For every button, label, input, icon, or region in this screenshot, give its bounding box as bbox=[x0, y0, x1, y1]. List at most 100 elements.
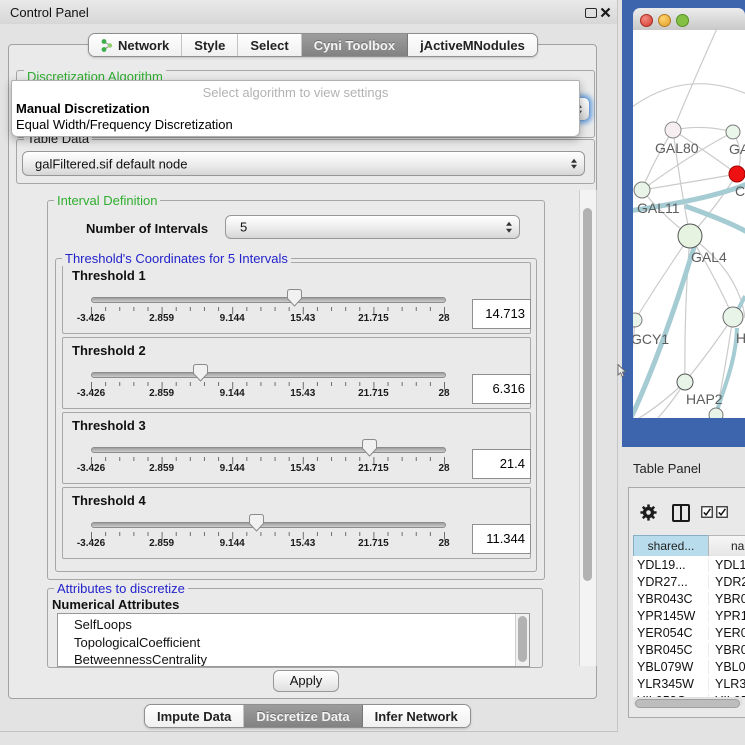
slider-track[interactable] bbox=[91, 372, 446, 378]
threshold-value-field[interactable]: 6.316 bbox=[472, 374, 531, 404]
bottom-tab-infer-network[interactable]: Infer Network bbox=[363, 705, 470, 727]
tick-label: 21.715 bbox=[358, 313, 389, 324]
shared-name-cell[interactable]: YPR145W bbox=[633, 609, 709, 623]
shared-name-cell[interactable]: YBR045C bbox=[633, 643, 709, 657]
tick-label: 15.43 bbox=[290, 313, 315, 324]
table-row[interactable]: YDL19...YDL19 bbox=[633, 556, 745, 573]
checkbox-icon[interactable] bbox=[701, 506, 713, 518]
dropdown-option-equal-width-frequency[interactable]: Equal Width/Frequency Discretization bbox=[16, 117, 233, 132]
minimize-traffic-light-icon[interactable] bbox=[658, 14, 671, 27]
network-node[interactable] bbox=[678, 224, 702, 248]
network-node-label: HAP2 bbox=[686, 391, 723, 407]
name-cell[interactable]: YBL07 bbox=[709, 660, 745, 674]
number-of-intervals-select[interactable]: 5 bbox=[225, 215, 520, 239]
panel-scrollbar-thumb[interactable] bbox=[583, 208, 592, 581]
name-cell[interactable]: YDL19 bbox=[709, 558, 745, 572]
network-node[interactable] bbox=[677, 374, 693, 390]
network-node[interactable] bbox=[723, 307, 743, 327]
network-node[interactable] bbox=[729, 166, 745, 182]
tab-network-label: Network bbox=[118, 38, 169, 53]
table-row[interactable]: YBR043CYBR04 bbox=[633, 590, 745, 607]
name-cell[interactable]: YBR04 bbox=[709, 643, 745, 657]
network-node[interactable] bbox=[665, 122, 681, 138]
shared-name-cell[interactable]: YDL19... bbox=[633, 558, 709, 572]
network-edge[interactable] bbox=[633, 84, 745, 114]
table-row[interactable]: YDR27...YDR27 bbox=[633, 573, 745, 590]
network-edge[interactable] bbox=[673, 30, 719, 130]
tab-style[interactable]: Style bbox=[182, 34, 238, 56]
network-edge[interactable] bbox=[635, 236, 690, 320]
slider-track[interactable] bbox=[91, 447, 446, 453]
table-data-selected-value: galFiltered.sif default node bbox=[35, 156, 187, 171]
table-row[interactable]: YPR145WYPR14 bbox=[633, 607, 745, 624]
network-node[interactable] bbox=[633, 313, 642, 327]
slider-thumb[interactable] bbox=[287, 289, 302, 307]
network-edge[interactable] bbox=[642, 174, 737, 190]
network-edge[interactable] bbox=[685, 317, 733, 382]
cyni-bottom-tabbar: Impute Data Discretize DataInfer Network bbox=[144, 704, 471, 728]
table-row[interactable]: YBR045CYBR04 bbox=[633, 641, 745, 658]
table-horizontal-scrollbar-thumb[interactable] bbox=[635, 699, 740, 708]
attributes-scrollbar-thumb[interactable] bbox=[518, 616, 527, 662]
column-header-name[interactable]: na bbox=[708, 535, 745, 557]
shared-name-cell[interactable]: YLR345W bbox=[633, 677, 709, 691]
threshold-value-field[interactable]: 11.344 bbox=[472, 524, 531, 554]
network-canvas[interactable]: GAL80GACGAL11GAL4GCY1HHAP2 bbox=[633, 30, 745, 418]
network-edge[interactable] bbox=[642, 130, 673, 190]
shared-name-cell[interactable]: YBL079W bbox=[633, 660, 709, 674]
checkbox-icon[interactable] bbox=[716, 506, 728, 518]
network-node[interactable] bbox=[726, 125, 740, 139]
bottom-tab-impute-data[interactable]: Impute Data bbox=[145, 705, 244, 727]
bottom-tab-impute-data-label: Impute Data bbox=[157, 709, 231, 724]
tick-label: 28 bbox=[438, 463, 449, 474]
slider-thumb[interactable] bbox=[249, 514, 264, 532]
table-row[interactable]: YLR345WYLR34 bbox=[633, 675, 745, 692]
attributes-scrollbar[interactable] bbox=[515, 614, 529, 666]
table-row[interactable]: YBL079WYBL07 bbox=[633, 658, 745, 675]
dropdown-option-manual-discretization[interactable]: Manual Discretization bbox=[16, 101, 150, 116]
attribute-item-topologicalcoefficient[interactable]: TopologicalCoefficient bbox=[58, 634, 515, 652]
slider-track[interactable] bbox=[91, 522, 446, 528]
close-traffic-light-icon[interactable] bbox=[640, 14, 653, 27]
attributes-title: Attributes to discretize bbox=[54, 581, 188, 596]
tick-label: 2.859 bbox=[149, 463, 174, 474]
table-data-select[interactable]: galFiltered.sif default node bbox=[22, 151, 585, 176]
network-node[interactable] bbox=[634, 182, 650, 198]
attribute-item-selfloops[interactable]: SelfLoops bbox=[58, 616, 515, 634]
threshold-value-field[interactable]: 14.713 bbox=[472, 299, 531, 329]
tab-jactivemnodules[interactable]: jActiveMNodules bbox=[408, 34, 537, 56]
zoom-traffic-light-icon[interactable] bbox=[676, 14, 689, 27]
name-cell[interactable]: YLR34 bbox=[709, 677, 745, 691]
column-view-icon[interactable] bbox=[672, 504, 690, 522]
slider-thumb[interactable] bbox=[193, 364, 208, 382]
threshold-value-field[interactable]: 21.4 bbox=[472, 449, 531, 479]
gear-icon[interactable] bbox=[639, 503, 658, 522]
column-header-shared-name[interactable]: shared... bbox=[633, 535, 709, 557]
network-node-label: C bbox=[735, 183, 745, 199]
close-icon[interactable] bbox=[600, 7, 611, 18]
slider-thumb[interactable] bbox=[362, 439, 377, 457]
shared-name-cell[interactable]: YBR043C bbox=[633, 592, 709, 606]
network-node[interactable] bbox=[709, 408, 723, 418]
table-horizontal-scrollbar[interactable] bbox=[633, 697, 743, 707]
table-row[interactable]: YER054CYER05 bbox=[633, 624, 745, 641]
name-cell[interactable]: YBR04 bbox=[709, 592, 745, 606]
tab-cyni-toolbox[interactable]: Cyni Toolbox bbox=[302, 34, 408, 56]
tab-network[interactable]: Network bbox=[89, 34, 182, 56]
bottom-tab-discretize-data[interactable]: Discretize Data bbox=[244, 705, 362, 727]
network-edge[interactable] bbox=[673, 127, 733, 132]
apply-button[interactable]: Apply bbox=[273, 670, 339, 692]
name-cell[interactable]: YER05 bbox=[709, 626, 745, 640]
panel-scrollbar[interactable] bbox=[579, 190, 597, 666]
tick-label: 21.715 bbox=[358, 538, 389, 549]
name-cell[interactable]: YDR27 bbox=[709, 575, 745, 589]
network-edge[interactable] bbox=[633, 415, 716, 418]
shared-name-cell[interactable]: YER054C bbox=[633, 626, 709, 640]
shared-name-cell[interactable]: YDR27... bbox=[633, 575, 709, 589]
combo-arrows-icon bbox=[571, 158, 577, 169]
name-cell[interactable]: YPR14 bbox=[709, 609, 745, 623]
attribute-item-betweennesscentrality[interactable]: BetweennessCentrality bbox=[58, 651, 515, 666]
slider-track[interactable] bbox=[91, 297, 446, 303]
float-window-icon[interactable] bbox=[585, 8, 597, 18]
tab-select[interactable]: Select bbox=[238, 34, 301, 56]
